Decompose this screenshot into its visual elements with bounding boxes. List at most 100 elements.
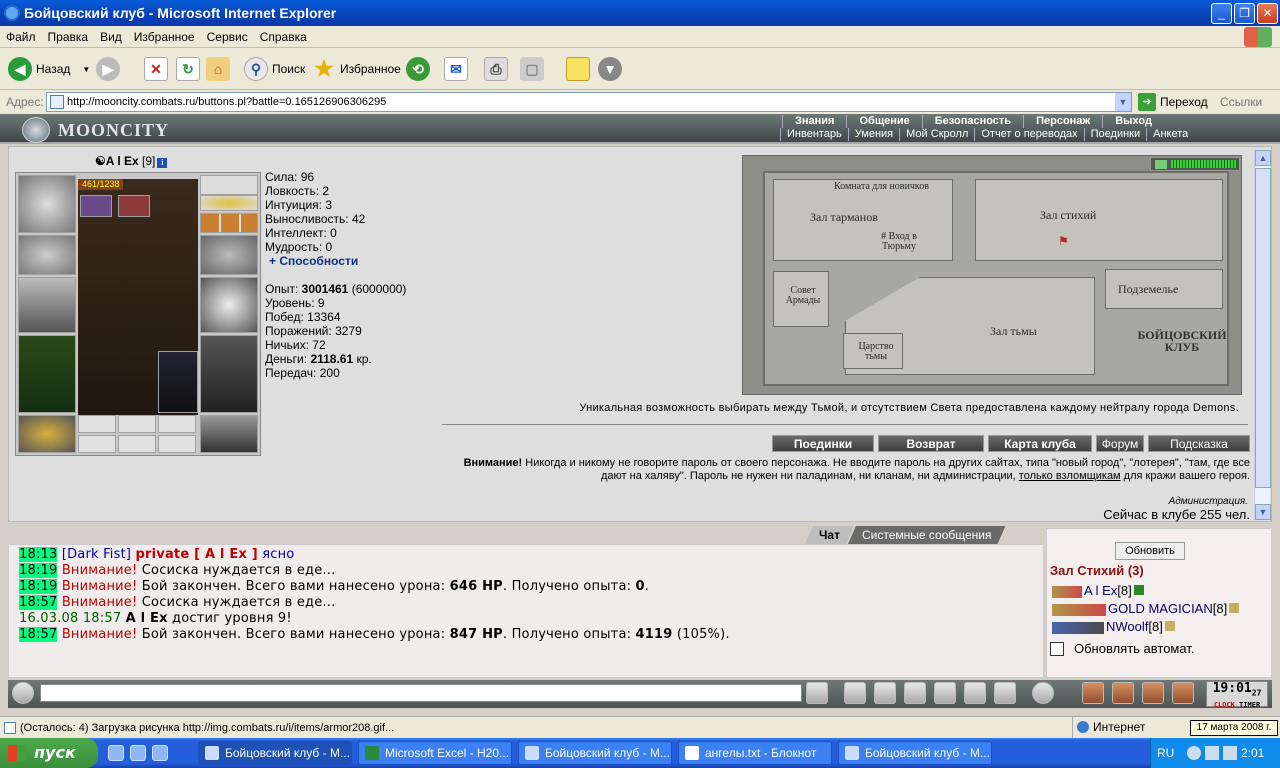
language-indicator[interactable]: RU: [1157, 738, 1174, 768]
effect-slot-1[interactable]: [80, 195, 112, 217]
mail-button[interactable]: ✉: [444, 55, 472, 83]
scroll-slot-6[interactable]: [158, 435, 196, 453]
eraser-icon[interactable]: [844, 682, 866, 704]
links-label[interactable]: Ссылки: [1220, 95, 1262, 109]
legs-slot[interactable]: [200, 335, 258, 413]
amulet-slot[interactable]: [200, 195, 258, 211]
room-kingdom[interactable]: Царство тьмы: [843, 333, 903, 369]
task-notepad[interactable]: ангелы.txt - Блокнот: [678, 741, 832, 765]
info-icon[interactable]: [1229, 603, 1240, 613]
quicklaunch-desktop-icon[interactable]: [152, 745, 168, 761]
menu-view[interactable]: Вид: [94, 26, 128, 48]
task-excel[interactable]: Microsoft Excel - H20...: [358, 741, 512, 765]
favorites-button[interactable]: ★ Избранное: [312, 55, 401, 83]
prison-entry-label[interactable]: # Вход в Тюрьму: [864, 232, 934, 252]
quicklaunch-ie-icon[interactable]: [108, 745, 124, 761]
subnav-skills[interactable]: Умения: [847, 128, 899, 141]
address-dropdown-icon[interactable]: ▼: [1115, 93, 1131, 111]
room-tarmany[interactable]: Комната для новичков Зал тарманов # Вход…: [773, 179, 953, 261]
combat-icon[interactable]: [1112, 682, 1134, 704]
helmet-slot[interactable]: [18, 175, 76, 233]
menu-favorites[interactable]: Избранное: [128, 26, 201, 48]
return-button[interactable]: Возврат: [878, 435, 984, 452]
effect-slot-2[interactable]: [118, 195, 150, 217]
walk-icon[interactable]: [934, 682, 956, 704]
subnav-profile[interactable]: Анкета: [1146, 128, 1194, 141]
tab-chat[interactable]: Чат: [805, 526, 854, 544]
quicklaunch-app-icon[interactable]: [130, 745, 146, 761]
club-map-button[interactable]: Карта клуба: [988, 435, 1092, 452]
stop-button[interactable]: ✕: [144, 55, 172, 83]
hint-button[interactable]: Подсказка: [1148, 435, 1250, 452]
tray-icon-3[interactable]: [1223, 746, 1237, 760]
character-name[interactable]: ☯A l Ex [9] i: [95, 154, 168, 168]
scroll-slot-3[interactable]: [158, 415, 196, 433]
history-button[interactable]: ⟲: [406, 55, 434, 83]
chevron-down-icon[interactable]: ▼: [82, 65, 90, 74]
scroll-slot-1[interactable]: [78, 415, 116, 433]
player-row[interactable]: A l Ex[8]: [1052, 583, 1144, 598]
boots-slot[interactable]: [200, 415, 258, 453]
scroll-up-icon[interactable]: ▲: [1255, 150, 1271, 166]
nav-exit[interactable]: Выход: [1102, 115, 1164, 128]
tray-icon-2[interactable]: [1205, 746, 1219, 760]
chat-input[interactable]: [40, 684, 802, 702]
menu-file[interactable]: Файл: [0, 26, 42, 48]
scroll-thumb[interactable]: [1255, 168, 1271, 488]
auto-refresh-toggle[interactable]: Обновлять автомат.: [1050, 641, 1194, 656]
close-button[interactable]: ✕: [1257, 3, 1278, 24]
player-row[interactable]: GOLD MAGICIAN[8]: [1052, 601, 1240, 616]
room-council[interactable]: Совет Армады: [773, 271, 829, 327]
armor-slot[interactable]: [18, 335, 76, 413]
tray-clock[interactable]: 2:01: [1241, 738, 1264, 768]
exit-icon[interactable]: [1172, 682, 1194, 704]
refresh-button[interactable]: ↻: [176, 55, 204, 83]
info-icon[interactable]: i: [157, 158, 168, 168]
nav-character[interactable]: Персонаж: [1023, 115, 1102, 128]
room-stihii[interactable]: Зал стихий ⚑: [975, 179, 1223, 261]
chat-sender[interactable]: [Dark Fist]: [62, 547, 131, 562]
info-icon[interactable]: [1133, 585, 1144, 595]
filter-icon[interactable]: [874, 682, 896, 704]
pet-slot[interactable]: [158, 351, 198, 413]
bracers-slot[interactable]: [18, 235, 76, 275]
minimize-button[interactable]: _: [1211, 3, 1232, 24]
translit-icon[interactable]: [964, 682, 986, 704]
scroll-slot-4[interactable]: [78, 435, 116, 453]
duels-button[interactable]: Поединки: [772, 435, 874, 452]
home-button[interactable]: ⌂: [206, 55, 234, 83]
scroll-slot-5[interactable]: [118, 435, 156, 453]
player-row[interactable]: NWoolf[8]: [1052, 619, 1175, 634]
nav-knowledge[interactable]: Знания: [782, 115, 846, 128]
lock-icon[interactable]: [1142, 682, 1164, 704]
print-button[interactable]: ⎙: [484, 55, 512, 83]
room-dungeon[interactable]: Подземелье: [1105, 269, 1223, 309]
room-newbie-label[interactable]: Комната для новичков: [834, 182, 929, 192]
rings-slot[interactable]: [200, 213, 258, 233]
back-button[interactable]: ◀ Назад ▼: [8, 55, 90, 83]
messenger-button[interactable]: ▼: [598, 55, 626, 83]
hackers-link[interactable]: только взломщикам: [1019, 470, 1121, 482]
sound-icon[interactable]: [994, 682, 1016, 704]
save-icon[interactable]: [904, 682, 926, 704]
main-scrollbar[interactable]: ▲ ▼: [1254, 150, 1271, 520]
menu-help[interactable]: Справка: [254, 26, 313, 48]
task-combats-3[interactable]: Бойцовский клуб - M...: [838, 741, 992, 765]
scroll-slot-2[interactable]: [118, 415, 156, 433]
search-button[interactable]: ⚲ Поиск: [244, 55, 305, 83]
gloves-slot[interactable]: [200, 235, 258, 275]
character-icon[interactable]: [1082, 682, 1104, 704]
subnav-duels[interactable]: Поединки: [1083, 128, 1147, 141]
smiley-icon[interactable]: [1032, 682, 1054, 704]
auto-refresh-checkbox[interactable]: [1050, 641, 1064, 656]
task-combats-2[interactable]: Бойцовский клуб - M...: [518, 741, 672, 765]
forum-button[interactable]: Форум: [1096, 435, 1144, 452]
info-icon[interactable]: [1164, 621, 1175, 631]
send-icon[interactable]: [806, 682, 828, 704]
chat-mode-icon[interactable]: [12, 682, 34, 704]
shield-slot[interactable]: [200, 277, 258, 333]
belt-slot[interactable]: [18, 415, 76, 453]
tray-icon-1[interactable]: [1187, 746, 1201, 760]
refresh-list-button[interactable]: Обновить: [1115, 542, 1185, 560]
notes-button[interactable]: [566, 55, 594, 83]
